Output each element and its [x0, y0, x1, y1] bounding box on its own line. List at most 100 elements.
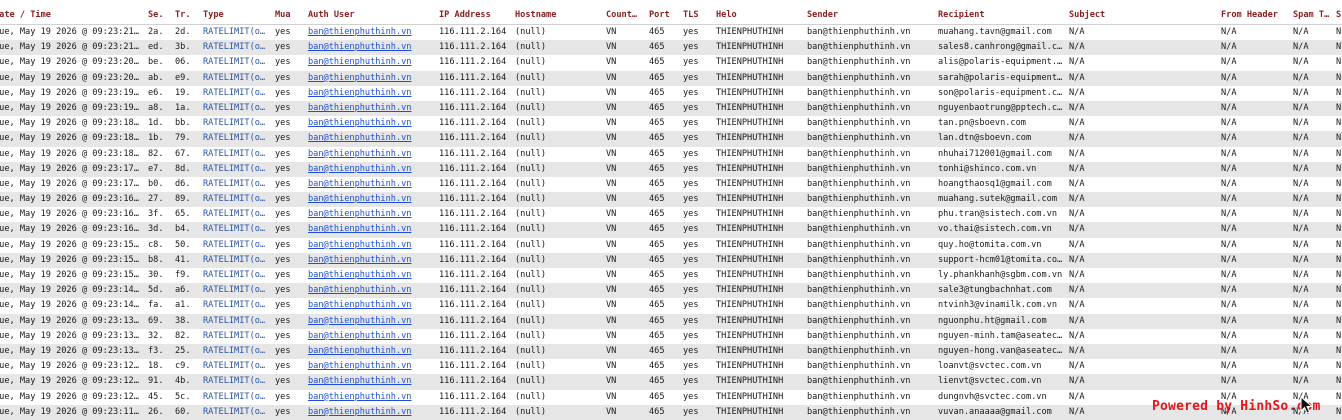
- table-header: Date / Time Se... Tr... Type Mua Auth Us…: [0, 7, 1342, 25]
- header-transaction[interactable]: Tr...: [175, 10, 192, 20]
- table-row[interactable]: Tue, May 19 2026 @ 09:23:13 AM f3... 25...…: [0, 343, 1342, 360]
- auth-user-link[interactable]: ban@thienphuthinh.vn: [308, 88, 428, 98]
- header-subject[interactable]: Subject: [1069, 10, 1214, 20]
- cell-recipient: support-hcm01@tomita.co...: [938, 254, 1066, 265]
- header-helo[interactable]: Helo: [716, 10, 798, 20]
- auth-user-link[interactable]: ban@thienphuthinh.vn: [308, 376, 428, 386]
- auth-user-link[interactable]: ban@thienphuthinh.vn: [308, 361, 428, 371]
- auth-user-link[interactable]: ban@thienphuthinh.vn: [308, 240, 428, 250]
- auth-user-link[interactable]: ban@thienphuthinh.vn: [308, 392, 428, 402]
- table-row[interactable]: Tue, May 19 2026 @ 09:23:21 AM ed... 3b...…: [0, 40, 1342, 56]
- auth-user-link[interactable]: ban@thienphuthinh.vn: [308, 255, 428, 265]
- table-row[interactable]: Tue, May 19 2026 @ 09:23:12 AM 45... 5c...…: [0, 390, 1342, 405]
- header-s[interactable]: S: [1336, 10, 1342, 20]
- header-country[interactable]: Count...: [606, 10, 639, 20]
- auth-user-link[interactable]: ban@thienphuthinh.vn: [308, 179, 428, 189]
- table-row[interactable]: Tue, May 19 2026 @ 09:23:17 AM e7... 8d...…: [0, 161, 1342, 177]
- cell-subject: N/A: [1069, 148, 1085, 159]
- cell-s: N: [1336, 118, 1342, 129]
- table-row[interactable]: Tue, May 19 2026 @ 09:23:18 AM 1d... bb...…: [0, 116, 1342, 131]
- auth-user-link[interactable]: ban@thienphuthinh.vn: [308, 346, 428, 356]
- auth-user-link[interactable]: ban@thienphuthinh.vn: [308, 331, 428, 341]
- table-row[interactable]: Tue, May 19 2026 @ 09:23:17 AM b0... d6...…: [0, 177, 1342, 192]
- table-row[interactable]: Tue, May 19 2026 @ 09:23:20 AM be... 06...…: [0, 55, 1342, 70]
- cell-session-id: 26...: [148, 406, 165, 417]
- table-row[interactable]: Tue, May 19 2026 @ 09:23:16 AM 3f... 65...…: [0, 207, 1342, 222]
- auth-user-link[interactable]: ban@thienphuthinh.vn: [308, 103, 428, 113]
- cell-date-time: Tue, May 19 2026 @ 09:23:17 AM: [0, 163, 139, 174]
- table-row[interactable]: Tue, May 19 2026 @ 09:23:16 AM 27... 89...…: [0, 192, 1342, 208]
- cell-from-header: N/A: [1221, 72, 1237, 83]
- table-row[interactable]: Tue, May 19 2026 @ 09:23:19 AM a8... 1a...…: [0, 100, 1342, 117]
- header-auth-user[interactable]: Auth User: [308, 10, 428, 20]
- cell-from-header: N/A: [1221, 285, 1237, 296]
- table-row[interactable]: Tue, May 19 2026 @ 09:23:19 AM e6... 19...…: [0, 86, 1342, 101]
- cell-session-id: c8...: [148, 239, 165, 250]
- cell-transaction-id: 25...: [175, 345, 192, 356]
- table-row[interactable]: Tue, May 19 2026 @ 09:23:20 AM ab... e9...…: [0, 70, 1342, 86]
- table-row[interactable]: Tue, May 19 2026 @ 09:23:21 AM 2a... 2d...…: [0, 25, 1342, 40]
- auth-user-link[interactable]: ban@thienphuthinh.vn: [308, 149, 428, 159]
- table-row[interactable]: Tue, May 19 2026 @ 09:23:15 AM b8... 41...…: [0, 252, 1342, 268]
- header-tls[interactable]: TLS: [683, 10, 709, 20]
- auth-user-link[interactable]: ban@thienphuthinh.vn: [308, 27, 428, 37]
- auth-user-link[interactable]: ban@thienphuthinh.vn: [308, 42, 428, 52]
- table-row[interactable]: Tue, May 19 2026 @ 09:23:12 AM 91... 4b...…: [0, 374, 1342, 390]
- cell-subject: N/A: [1069, 87, 1085, 98]
- header-from-header[interactable]: From Header: [1221, 10, 1285, 20]
- cell-subject: N/A: [1069, 361, 1085, 372]
- table-row[interactable]: Tue, May 19 2026 @ 09:23:15 AM 30... f9...…: [0, 268, 1342, 283]
- cell-transaction-id: 82...: [175, 330, 192, 341]
- cell-tls: yes: [683, 345, 699, 356]
- cell-type: RATELIMIT(o...: [203, 148, 266, 159]
- header-ip-address[interactable]: IP Address: [439, 10, 507, 20]
- table-row[interactable]: Tue, May 19 2026 @ 09:23:18 AM 82... 67...…: [0, 147, 1342, 162]
- table-row[interactable]: Tue, May 19 2026 @ 09:23:15 AM c8... 50...…: [0, 238, 1342, 253]
- cell-mua: yes: [275, 270, 291, 280]
- cell-spam-score: N/A: [1293, 345, 1309, 356]
- header-hostname[interactable]: Hostname: [515, 10, 595, 20]
- auth-user-link[interactable]: ban@thienphuthinh.vn: [308, 285, 428, 295]
- cell-helo: THIENPHUTHINH: [716, 42, 784, 53]
- auth-user-link[interactable]: ban@thienphuthinh.vn: [308, 57, 428, 67]
- auth-user-link[interactable]: ban@thienphuthinh.vn: [308, 73, 428, 83]
- table-row[interactable]: Tue, May 19 2026 @ 09:23:14 AM fa... a1...…: [0, 298, 1342, 313]
- cell-hostname: (null): [515, 27, 547, 37]
- table-row[interactable]: Tue, May 19 2026 @ 09:23:18 AM 1b... 79...…: [0, 131, 1342, 147]
- cell-subject: N/A: [1069, 239, 1085, 250]
- auth-user-link[interactable]: ban@thienphuthinh.vn: [308, 270, 428, 280]
- table-row[interactable]: Tue, May 19 2026 @ 09:23:11 AM 26... 60...…: [0, 404, 1342, 420]
- auth-user-link[interactable]: ban@thienphuthinh.vn: [308, 164, 428, 174]
- auth-user-link[interactable]: ban@thienphuthinh.vn: [308, 316, 428, 326]
- auth-user-link[interactable]: ban@thienphuthinh.vn: [308, 300, 428, 310]
- auth-user-link[interactable]: ban@thienphuthinh.vn: [308, 407, 428, 417]
- header-port[interactable]: Port: [649, 10, 676, 20]
- header-session[interactable]: Se...: [148, 10, 165, 20]
- header-recipient[interactable]: Recipient: [938, 10, 1066, 20]
- auth-user-link[interactable]: ban@thienphuthinh.vn: [308, 133, 428, 143]
- table-row[interactable]: Tue, May 19 2026 @ 09:23:16 AM 3d... b4...…: [0, 222, 1342, 238]
- cell-transaction-id: b4...: [175, 224, 192, 235]
- header-type[interactable]: Type: [203, 10, 266, 20]
- header-spam[interactable]: Spam T...: [1293, 10, 1330, 20]
- cell-ip-address: 116.111.2.164: [439, 178, 507, 189]
- auth-user-link[interactable]: ban@thienphuthinh.vn: [308, 194, 428, 204]
- cell-sender: ban@thienphuthinh.vn: [807, 376, 911, 387]
- auth-user-link[interactable]: ban@thienphuthinh.vn: [308, 224, 428, 234]
- table-row[interactable]: Tue, May 19 2026 @ 09:23:13 AM 69... 38...…: [0, 313, 1342, 329]
- cell-hostname: (null): [515, 194, 547, 205]
- table-row[interactable]: Tue, May 19 2026 @ 09:23:13 AM 32... 82...…: [0, 329, 1342, 344]
- cell-subject: N/A: [1069, 209, 1085, 220]
- cell-ip-address: 116.111.2.164: [439, 42, 507, 53]
- cell-session-id: a8...: [148, 102, 165, 113]
- header-sender[interactable]: Sender: [807, 10, 927, 20]
- auth-user-link[interactable]: ban@thienphuthinh.vn: [308, 209, 428, 219]
- cell-subject: N/A: [1069, 285, 1085, 296]
- auth-user-link[interactable]: ban@thienphuthinh.vn: [308, 118, 428, 128]
- header-mua[interactable]: Mua: [275, 10, 299, 20]
- cell-from-header: N/A: [1221, 102, 1237, 113]
- table-row[interactable]: Tue, May 19 2026 @ 09:23:12 AM 18... c9...…: [0, 359, 1342, 374]
- header-date-time[interactable]: Date / Time: [0, 10, 139, 20]
- cell-recipient: nguonphu.ht@gmail.com: [938, 315, 1047, 326]
- table-row[interactable]: Tue, May 19 2026 @ 09:23:14 AM 5d... a6...…: [0, 283, 1342, 299]
